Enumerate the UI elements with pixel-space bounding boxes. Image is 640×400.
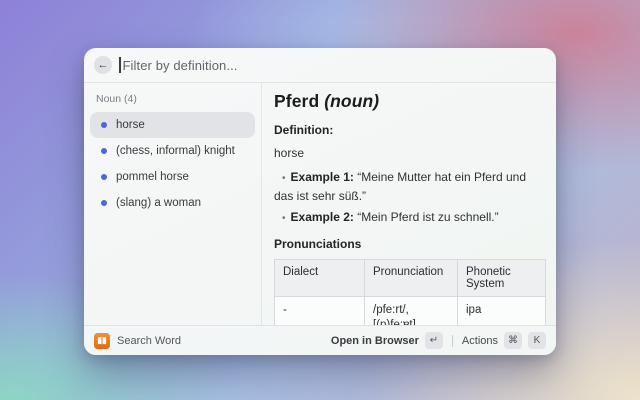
column-header-phonetic-system: Phonetic System	[458, 259, 546, 296]
cell-dialect: -	[275, 296, 365, 325]
pronunciations-table: Dialect Pronunciation Phonetic System - …	[274, 259, 546, 326]
sidebar-item-a-woman[interactable]: (slang) a woman	[90, 190, 255, 216]
sidebar-item-label: pommel horse	[116, 171, 189, 183]
text-caret	[119, 57, 121, 73]
filter-input[interactable]: Filter by definition...	[123, 58, 238, 73]
footer-actions: Open in Browser ↵ Actions ⌘ K	[331, 330, 546, 351]
list-bullet-icon: •	[282, 173, 286, 184]
section-header: Noun (4)	[90, 89, 255, 112]
example-item: •Example 1: “Meine Mutter hat ein Pferd …	[274, 169, 546, 204]
actions-label: Actions	[462, 335, 498, 347]
bullet-dot-icon	[101, 174, 107, 180]
pronunciations-heading: Pronunciations	[274, 237, 546, 251]
sidebar-item-label: (slang) a woman	[116, 197, 201, 209]
status-bar: Search Word Open in Browser ↵ Actions ⌘ …	[84, 325, 556, 355]
bullet-dot-icon	[101, 148, 107, 154]
desktop-background: ← Filter by definition... Noun (4) horse…	[0, 0, 640, 400]
bullet-dot-icon	[101, 122, 107, 128]
entry-title: Pferd (noun)	[274, 91, 546, 112]
enter-key-badge: ↵	[425, 332, 443, 349]
example-item: • Example 2: “Mein Pferd ist zu schnell.”	[274, 209, 546, 228]
column-header-pronunciation: Pronunciation	[365, 259, 458, 296]
sidebar-item-label: horse	[116, 119, 145, 131]
back-arrow-icon: ←	[98, 59, 109, 71]
detail-pane: Pferd (noun) Definition: horse • Example …	[262, 83, 556, 325]
column-header-dialect: Dialect	[275, 259, 365, 296]
results-sidebar: Noun (4) horse (chess, informal) knight …	[84, 83, 262, 325]
app-name-label: Search Word	[117, 335, 181, 347]
back-button[interactable]: ←	[94, 56, 112, 74]
entry-word: Pferd	[274, 91, 319, 111]
sidebar-item-knight[interactable]: (chess, informal) knight	[90, 138, 255, 164]
actions-button[interactable]: Actions ⌘ K	[462, 330, 546, 351]
dictionary-book-icon	[94, 333, 110, 349]
bullet-dot-icon	[101, 200, 107, 206]
footer-divider	[452, 335, 453, 347]
sidebar-item-label: (chess, informal) knight	[116, 145, 235, 157]
entry-part-of-speech: (noun)	[324, 91, 379, 111]
main-area: Noun (4) horse (chess, informal) knight …	[84, 83, 556, 325]
search-bar: ← Filter by definition...	[84, 48, 556, 83]
open-in-browser-button[interactable]: Open in Browser ↵	[331, 330, 443, 351]
example-text: “Mein Pferd ist zu schnell.”	[357, 210, 498, 224]
app-identity: Search Word	[94, 333, 181, 349]
definition-text: horse	[274, 146, 546, 160]
sidebar-item-horse[interactable]: horse	[90, 112, 255, 138]
list-bullet-icon: •	[282, 213, 286, 224]
definition-heading: Definition:	[274, 123, 546, 137]
example-label: Example 1:	[291, 170, 354, 184]
search-word-window: ← Filter by definition... Noun (4) horse…	[84, 48, 556, 355]
k-key-badge: K	[528, 332, 546, 349]
cell-phonetic-system: ipa	[458, 296, 546, 325]
open-in-browser-label: Open in Browser	[331, 335, 419, 347]
cmd-key-badge: ⌘	[504, 332, 522, 349]
table-header-row: Dialect Pronunciation Phonetic System	[275, 259, 546, 296]
table-row: - /pfe:rt/, [(p)fe:ɐ̯t], /fe:rt/, [fe:ɐ̯…	[275, 296, 546, 325]
cell-pronunciation: /pfe:rt/, [(p)fe:ɐ̯t], /fe:rt/, [fe:ɐ̯t]…	[365, 296, 458, 325]
example-label: Example 2:	[291, 210, 354, 224]
sidebar-item-pommel-horse[interactable]: pommel horse	[90, 164, 255, 190]
